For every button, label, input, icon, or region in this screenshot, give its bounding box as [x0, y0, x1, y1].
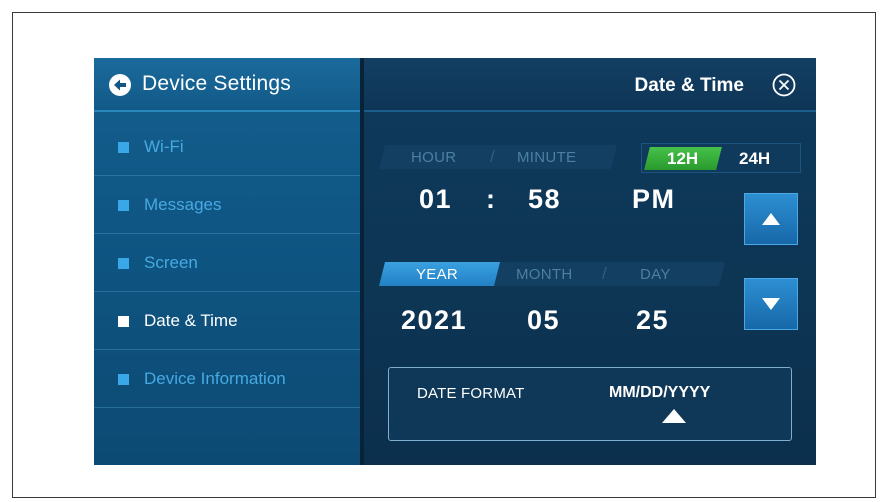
hour-value[interactable]: 01: [419, 184, 452, 215]
sidebar-item-label: Device Information: [144, 369, 286, 388]
device-screen: Device Settings Wi-Fi Messages Screen Da…: [94, 58, 816, 465]
bullet-icon: [118, 374, 129, 385]
triangle-down-icon: [762, 298, 780, 310]
triangle-up-icon: [762, 213, 780, 225]
increment-button[interactable]: [744, 193, 798, 245]
sidebar-item-screen[interactable]: Screen: [94, 234, 360, 292]
date-format-label: DATE FORMAT: [417, 385, 525, 402]
month-value[interactable]: 05: [527, 305, 560, 336]
bullet-icon: [118, 258, 129, 269]
sidebar-item-device-information[interactable]: Device Information: [94, 350, 360, 408]
month-tab[interactable]: MONTH: [516, 266, 573, 283]
sidebar-item-label: Screen: [144, 253, 198, 272]
hour-tab[interactable]: HOUR: [411, 149, 456, 166]
close-icon[interactable]: [772, 73, 796, 97]
bullet-icon: [118, 142, 129, 153]
main-panel: Date & Time HOUR / MINUTE 12H 24H 01 : 5…: [364, 58, 816, 465]
sidebar-title: Device Settings: [142, 72, 291, 95]
date-format-value[interactable]: MM/DD/YYYY: [609, 384, 710, 402]
year-value[interactable]: 2021: [401, 305, 467, 336]
time-colon: :: [486, 184, 497, 214]
24h-button[interactable]: 24H: [739, 149, 770, 169]
year-tab[interactable]: YEAR: [416, 266, 458, 283]
meridiem-value[interactable]: PM: [632, 184, 676, 215]
sidebar-item-date-time[interactable]: Date & Time: [94, 292, 360, 350]
sidebar-item-messages[interactable]: Messages: [94, 176, 360, 234]
caret-up-icon[interactable]: [661, 408, 687, 424]
minute-tab[interactable]: MINUTE: [517, 149, 576, 166]
bullet-icon: [118, 316, 129, 327]
bullet-icon: [118, 200, 129, 211]
back-arrow-icon[interactable]: [109, 74, 131, 96]
sidebar-item-label: Date & Time: [144, 311, 238, 330]
sidebar-item-wifi[interactable]: Wi-Fi: [94, 118, 360, 176]
12h-button[interactable]: 12H: [667, 149, 698, 169]
decrement-button[interactable]: [744, 278, 798, 330]
date-format-selector[interactable]: DATE FORMAT MM/DD/YYYY: [388, 367, 792, 441]
minute-value[interactable]: 58: [528, 184, 561, 215]
day-tab[interactable]: DAY: [640, 266, 671, 283]
hour-format-toggle: 12H 24H: [641, 143, 801, 173]
main-header: Date & Time: [364, 58, 816, 112]
sidebar-item-label: Messages: [144, 195, 222, 214]
page-title: Date & Time: [634, 75, 744, 96]
field-separator: /: [602, 264, 608, 283]
sidebar-header: Device Settings: [94, 58, 360, 112]
day-value[interactable]: 25: [636, 305, 669, 336]
field-separator: /: [490, 147, 496, 166]
sidebar: Device Settings Wi-Fi Messages Screen Da…: [94, 58, 360, 465]
sidebar-item-label: Wi-Fi: [144, 137, 184, 156]
